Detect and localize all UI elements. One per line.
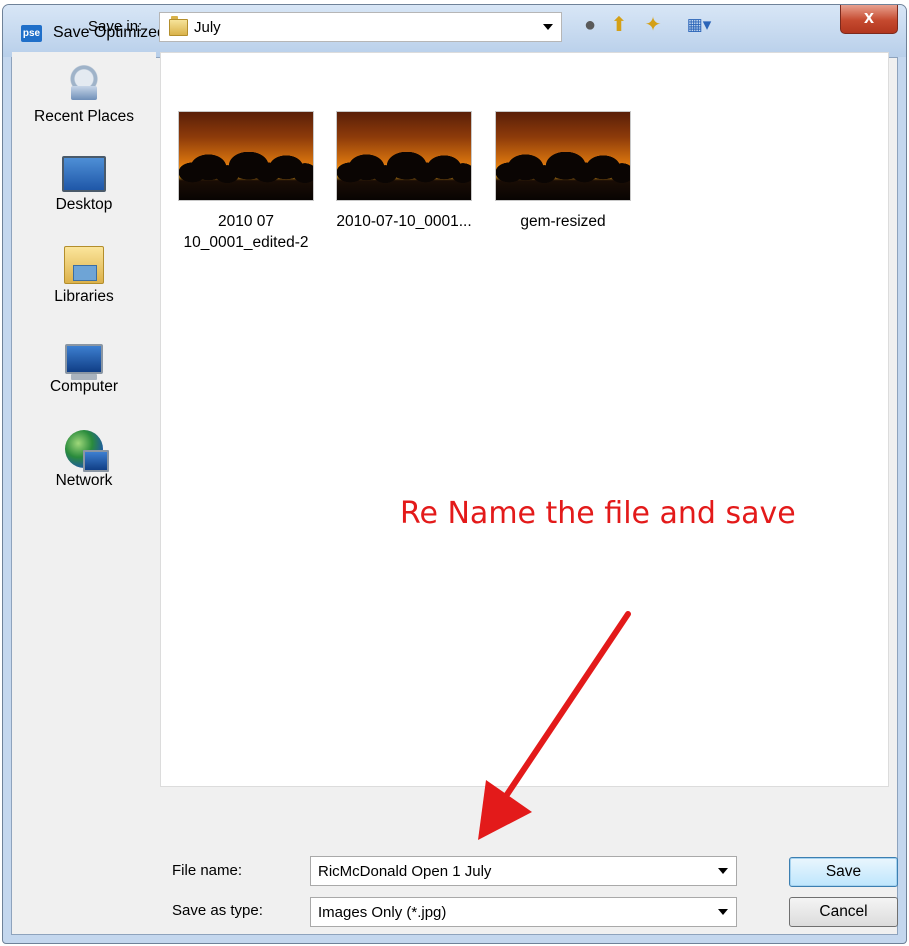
save-as-type-select[interactable]: Images Only (*.jpg) <box>310 897 737 927</box>
file-name: 2010-07-10_0001... <box>336 213 472 230</box>
file-name-label: File name: <box>172 862 243 879</box>
chevron-down-icon[interactable] <box>543 24 553 30</box>
place-recent-places[interactable]: Recent Places <box>12 62 156 126</box>
file-name-input[interactable]: RicMcDonald Open 1 July <box>310 856 737 886</box>
file-thumbnail <box>178 111 314 201</box>
save-as-type-label: Save as type: <box>172 902 263 919</box>
up-folder-icon[interactable]: ⬆ <box>607 12 631 38</box>
chevron-down-icon[interactable] <box>718 868 728 874</box>
place-label: Computer <box>49 378 119 395</box>
file-name-value: RicMcDonald Open 1 July <box>318 863 492 880</box>
view-menu-icon[interactable]: ▦▾ <box>679 12 719 38</box>
save-in-dropdown[interactable]: July <box>159 12 562 42</box>
place-label: Recent Places <box>34 108 134 125</box>
file-item[interactable]: 2010-07-10_0001... <box>329 111 479 232</box>
file-thumbnail <box>336 111 472 201</box>
computer-icon <box>65 344 103 380</box>
desktop-icon <box>62 156 106 192</box>
place-computer[interactable]: Computer <box>12 338 156 396</box>
save-in-value: July <box>194 19 221 36</box>
app-icon: pse <box>21 25 42 42</box>
file-item[interactable]: 2010 07 10_0001_edited-2 <box>171 111 321 253</box>
libraries-icon <box>64 246 104 284</box>
back-icon[interactable]: ● <box>578 12 602 38</box>
place-network[interactable]: Network <box>12 430 156 490</box>
annotation-text: Re Name the file and save <box>400 496 796 531</box>
recent-places-icon <box>63 62 105 104</box>
file-thumbnail <box>495 111 631 201</box>
place-label: Libraries <box>54 288 114 305</box>
place-libraries[interactable]: Libraries <box>12 246 156 306</box>
folder-icon <box>169 16 188 36</box>
close-button[interactable]: x <box>840 5 898 34</box>
annotation-arrow <box>478 611 631 840</box>
cancel-button[interactable]: Cancel <box>789 897 898 927</box>
file-name: 2010 07 10_0001_edited-2 <box>183 213 309 251</box>
file-item[interactable]: gem-resized <box>488 111 638 232</box>
places-bar: Recent Places Desktop Libraries Computer… <box>12 52 156 787</box>
file-name: gem-resized <box>520 213 606 230</box>
save-button[interactable]: Save <box>789 857 898 887</box>
chevron-down-icon[interactable] <box>718 909 728 915</box>
save-in-label: Save in: <box>88 18 143 35</box>
network-icon <box>65 430 109 472</box>
save-as-type-value: Images Only (*.jpg) <box>318 904 447 921</box>
place-label: Network <box>55 472 113 489</box>
new-folder-icon[interactable]: ✦ <box>640 12 666 38</box>
place-label: Desktop <box>55 196 113 213</box>
place-desktop[interactable]: Desktop <box>12 152 156 214</box>
